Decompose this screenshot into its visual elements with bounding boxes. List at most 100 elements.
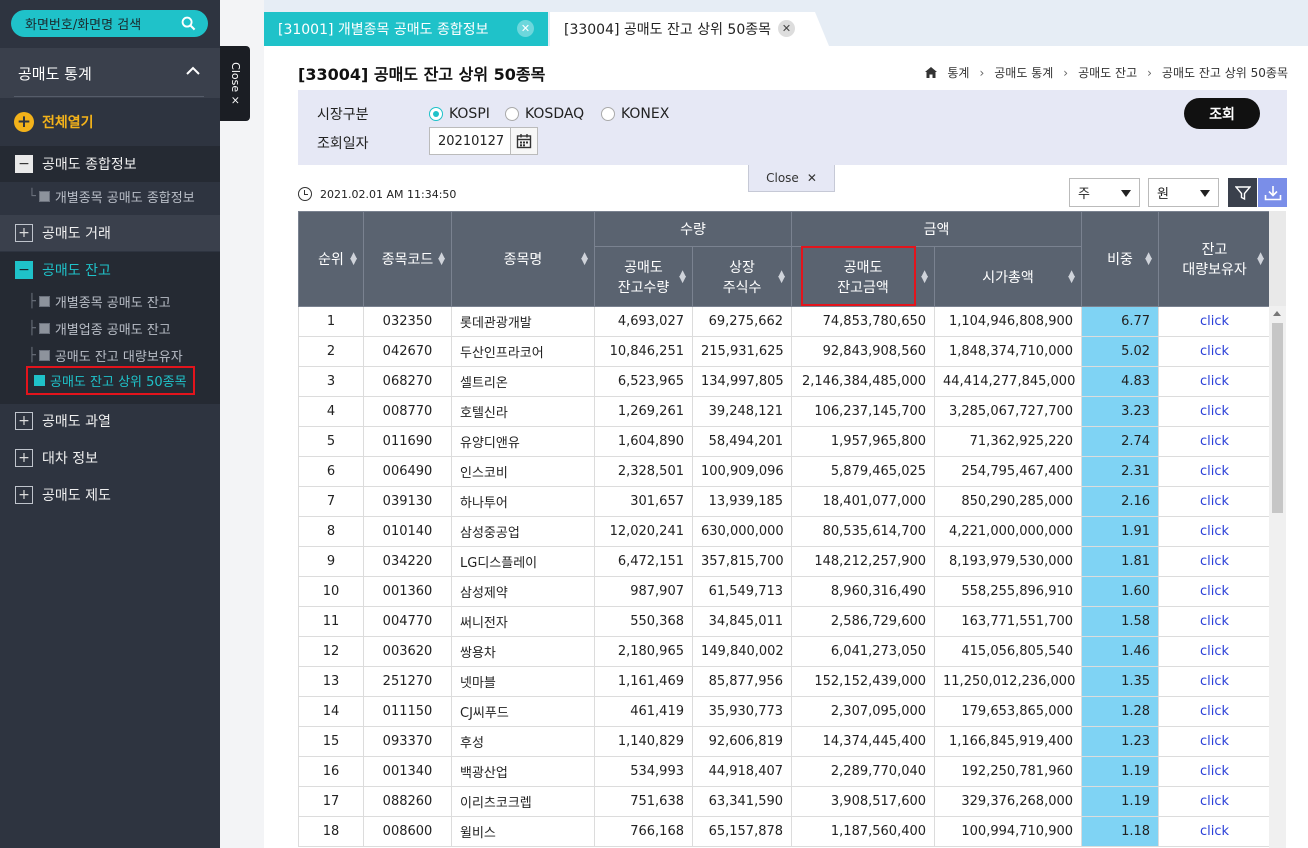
col-code[interactable]: 종목코드 ▲ ▼: [363, 211, 452, 307]
cell-large-holder-link[interactable]: click: [1158, 636, 1270, 667]
home-icon[interactable]: [925, 67, 938, 78]
cell-large-holder-link[interactable]: click: [1158, 816, 1270, 847]
sidebar-item-stock-overview[interactable]: └ 개별종목 공매도 종합정보: [28, 187, 195, 206]
sidebar-item-top50[interactable]: 공매도 잔고 상위 50종목: [26, 366, 195, 395]
vertical-scrollbar[interactable]: [1269, 211, 1286, 848]
cell-large-holder-link[interactable]: click: [1158, 726, 1270, 757]
cell-market-cap: 44,414,277,845,000: [934, 366, 1083, 397]
cell-large-holder-link[interactable]: click: [1158, 456, 1270, 487]
calendar-button[interactable]: [510, 127, 538, 155]
cell-short-qty: 4,693,027: [594, 306, 693, 337]
cell-large-holder-link[interactable]: click: [1158, 516, 1270, 547]
sidebar-group-overview[interactable]: − 공매도 종합정보: [0, 146, 220, 182]
scrollbar-thumb[interactable]: [1272, 323, 1283, 513]
sidebar-group-trade[interactable]: + 공매도 거래: [0, 215, 220, 251]
screen-search-box[interactable]: 화면번호/화면명 검색: [11, 10, 208, 37]
chevron-up-icon[interactable]: [186, 66, 200, 76]
cell-large-holder-link[interactable]: click: [1158, 366, 1270, 397]
sidebar-section-title[interactable]: 공매도 통계: [0, 48, 220, 98]
col-market-cap[interactable]: 시가총액 ▲ ▼: [934, 246, 1083, 307]
cell-code: 001360: [363, 576, 452, 607]
cell-large-holder-link[interactable]: click: [1158, 396, 1270, 427]
breadcrumb-item[interactable]: 공매도 통계: [994, 64, 1053, 81]
breadcrumb-item[interactable]: 공매도 잔고 상위 50종목: [1162, 64, 1288, 81]
sidebar-group-policy[interactable]: + 공매도 제도: [0, 477, 220, 513]
sort-icon: ▲ ▼: [1068, 268, 1076, 285]
col-rank[interactable]: 순위 ▲ ▼: [298, 211, 364, 307]
col-ratio[interactable]: 비중 ▲ ▼: [1081, 211, 1160, 307]
cell-short-amount: 106,237,145,700: [791, 396, 936, 427]
download-icon: [1264, 185, 1281, 200]
table-row: 15 093370 후성 1,140,829 92,606,819 14,374,445,…: [298, 726, 1270, 757]
cell-rank: 17: [298, 786, 364, 817]
cell-large-holder-link[interactable]: click: [1158, 576, 1270, 607]
filter-close-button[interactable]: Close ✕: [748, 165, 835, 192]
close-icon[interactable]: ✕: [517, 20, 534, 37]
download-button[interactable]: [1258, 178, 1287, 207]
radio-kospi[interactable]: KOSPI: [429, 106, 490, 122]
col-listed-shares[interactable]: 상장 주식수 ▲ ▼: [691, 246, 793, 307]
cell-ratio: 5.02: [1081, 336, 1160, 367]
cell-short-amount: 5,879,465,025: [791, 456, 936, 487]
col-label: 순위: [318, 252, 344, 268]
tab-33004[interactable]: [33004] 공매도 잔고 상위 50종목 ✕: [550, 12, 829, 46]
radio-kosdaq[interactable]: KOSDAQ: [505, 106, 584, 122]
plus-circle-icon: +: [14, 112, 34, 132]
cell-market-cap: 11,250,012,236,000: [934, 666, 1083, 697]
cell-large-holder-link[interactable]: click: [1158, 426, 1270, 457]
cell-market-cap: 329,376,268,000: [934, 786, 1083, 817]
period-select[interactable]: 주: [1069, 178, 1140, 207]
cell-market-cap: 163,771,551,700: [934, 606, 1083, 637]
sidebar-group-balance[interactable]: − 공매도 잔고: [0, 252, 220, 288]
sidebar-item-sector-balance[interactable]: ├ 개별업종 공매도 잔고: [28, 319, 171, 338]
scroll-up-icon[interactable]: [1273, 311, 1281, 316]
sidebar-group-overheat[interactable]: + 공매도 과열: [0, 403, 220, 439]
sidebar-group-lending[interactable]: + 대차 정보: [0, 440, 220, 476]
expand-all-button[interactable]: + 전체열기: [14, 112, 94, 132]
table-row: 7 039130 하나투어 301,657 13,939,185 18,401,077,0…: [298, 486, 1270, 517]
cell-name: 삼성제약: [451, 576, 595, 607]
cell-large-holder-link[interactable]: click: [1158, 546, 1270, 577]
col-large-holder[interactable]: 잔고 대량보유자 ▲ ▼: [1158, 211, 1270, 307]
cell-large-holder-link[interactable]: click: [1158, 786, 1270, 817]
search-icon[interactable]: [181, 16, 196, 31]
date-input[interactable]: 20210127: [429, 127, 511, 155]
cell-code: 011690: [363, 426, 452, 457]
cell-large-holder-link[interactable]: click: [1158, 306, 1270, 337]
query-button[interactable]: 조회: [1184, 98, 1260, 129]
cell-large-holder-link[interactable]: click: [1158, 606, 1270, 637]
tab-31001[interactable]: [31001] 개별종목 공매도 종합정보 ✕: [264, 12, 548, 46]
col-short-qty[interactable]: 공매도 잔고수량 ▲ ▼: [594, 246, 693, 307]
col-name[interactable]: 종목명 ▲ ▼: [451, 211, 595, 307]
cell-name: CJ씨푸드: [451, 696, 595, 727]
sidebar-close-button[interactable]: Close ×: [220, 46, 250, 121]
col-label: 대량보유자: [1182, 262, 1247, 278]
cell-rank: 7: [298, 486, 364, 517]
cell-ratio: 2.16: [1081, 486, 1160, 517]
cell-code: 003620: [363, 636, 452, 667]
sidebar-item-large-holder[interactable]: ├ 공매도 잔고 대량보유자: [28, 346, 183, 365]
sidebar-item-stock-balance[interactable]: ├ 개별종목 공매도 잔고: [28, 292, 171, 311]
cell-large-holder-link[interactable]: click: [1158, 756, 1270, 787]
radio-konex[interactable]: KONEX: [601, 106, 669, 122]
breadcrumb-item[interactable]: 통계: [947, 64, 969, 81]
table-row: 6 006490 인스코비 2,328,501 100,909,096 5,879,465…: [298, 456, 1270, 487]
cell-short-qty: 1,140,829: [594, 726, 693, 757]
cell-rank: 11: [298, 606, 364, 637]
close-icon[interactable]: ✕: [778, 20, 795, 37]
col-group-amount: 금액: [791, 211, 1083, 247]
filter-button[interactable]: [1228, 178, 1257, 207]
cell-market-cap: 1,166,845,919,400: [934, 726, 1083, 757]
cell-short-qty: 534,993: [594, 756, 693, 787]
cell-large-holder-link[interactable]: click: [1158, 666, 1270, 697]
col-label: 잔고수량: [617, 279, 670, 296]
unit-select[interactable]: 원: [1148, 178, 1219, 207]
cell-large-holder-link[interactable]: click: [1158, 486, 1270, 517]
tab-label: [33004] 공매도 잔고 상위 50종목: [564, 22, 771, 38]
cell-large-holder-link[interactable]: click: [1158, 336, 1270, 367]
breadcrumb-item[interactable]: 공매도 잔고: [1078, 64, 1137, 81]
cell-large-holder-link[interactable]: click: [1158, 696, 1270, 727]
market-label: 시장구분: [317, 107, 369, 123]
close-icon: ✕: [806, 171, 817, 185]
col-short-amount[interactable]: 공매도 잔고금액 ▲ ▼: [791, 246, 936, 307]
